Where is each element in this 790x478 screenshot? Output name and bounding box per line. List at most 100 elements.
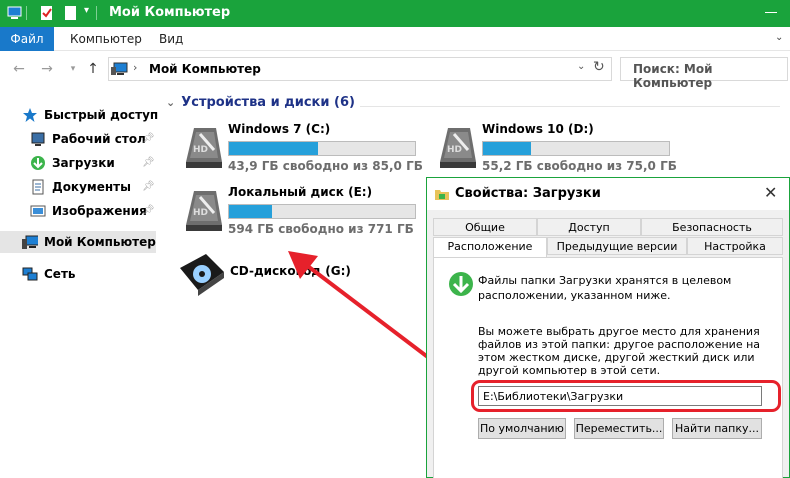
address-row: ← → ▾ ↑ › Мой Компьютер ⌄ ↻ Поиск: Мой К… (0, 52, 790, 90)
drive-e[interactable]: HD Локальный диск (E:) 594 ГБ свободно и… (180, 185, 420, 237)
sidebar-item-label: Рабочий стол (52, 132, 146, 146)
close-icon[interactable]: ✕ (764, 183, 777, 202)
sidebar-item-label: Быстрый доступ (44, 108, 159, 122)
sidebar-item-label: Загрузки (52, 156, 115, 170)
sidebar-item-pictures[interactable]: Изображения 📌︎ (0, 200, 156, 222)
cd-drive-icon (180, 254, 224, 296)
documents-icon (32, 179, 44, 195)
dialog-title-bar: Свойства: Загрузки ✕ (427, 178, 789, 210)
devices-section-header[interactable]: ⌄ Устройства и диски (6) (166, 95, 355, 110)
pin-icon[interactable]: 📌︎ (142, 133, 155, 144)
sidebar-item-my-computer[interactable]: Мой Компьютер (0, 231, 156, 253)
hard-drive-icon: HD (440, 128, 476, 168)
drive-name: Windows 10 (D:) (482, 122, 594, 136)
chevron-down-icon[interactable]: ⌄ (166, 96, 175, 109)
divider (360, 106, 780, 107)
tab-view[interactable]: Вид (159, 27, 183, 51)
pin-icon[interactable]: 📌︎ (142, 181, 155, 192)
drive-usage-bar (482, 141, 670, 156)
window-title: Мой Компьютер (109, 5, 231, 20)
back-arrow-icon[interactable]: ← (10, 60, 28, 78)
sidebar-item-desktop[interactable]: Рабочий стол 📌︎ (0, 128, 156, 150)
tab-general[interactable]: Общие (433, 218, 537, 236)
drive-usage-fill (483, 142, 532, 155)
properties-dialog: Свойства: Загрузки ✕ Общие Доступ Безопа… (426, 177, 790, 478)
drive-name: Локальный диск (E:) (228, 185, 373, 199)
svg-text:HD: HD (193, 208, 208, 218)
pin-icon[interactable]: 📌︎ (142, 205, 155, 216)
divider (96, 6, 97, 20)
navigation-pane: Быстрый доступ Рабочий стол 📌︎ Загрузки … (0, 90, 160, 478)
ribbon: Файл Компьютер Вид ⌄ (0, 27, 790, 51)
pictures-icon (30, 205, 46, 217)
refresh-icon[interactable]: ↻ (593, 59, 605, 75)
tab-customize[interactable]: Настройка (687, 237, 783, 255)
downloads-icon (449, 272, 473, 296)
computer-icon (111, 62, 128, 75)
tab-sharing[interactable]: Доступ (537, 218, 641, 236)
chevron-down-icon[interactable]: ⌄ (775, 32, 787, 44)
address-bar[interactable]: › Мой Компьютер ⌄ ↻ (108, 57, 612, 81)
star-icon (23, 108, 37, 122)
location-panel: Файлы папки Загрузки хранятся в целевом … (433, 257, 783, 478)
network-icon (22, 267, 38, 281)
search-input[interactable]: Поиск: Мой Компьютер (620, 57, 788, 90)
desktop-icon (31, 132, 45, 146)
sidebar-item-quick-access[interactable]: Быстрый доступ (0, 104, 159, 126)
svg-text:HD: HD (447, 145, 462, 155)
minimize-button[interactable] (760, 2, 782, 22)
tab-computer[interactable]: Компьютер (70, 27, 142, 51)
chevron-down-icon[interactable]: ▾ (84, 5, 89, 23)
location-info: Файлы папки Загрузки хранятся в целевом … (478, 274, 732, 302)
drive-usage-bar (228, 204, 416, 219)
folder-icon (435, 190, 449, 200)
downloads-icon (31, 156, 45, 170)
tab-file[interactable]: Файл (0, 27, 54, 51)
restore-default-button[interactable]: По умолчанию (478, 418, 566, 439)
sidebar-item-documents[interactable]: Документы 📌︎ (0, 176, 156, 198)
dialog-title: Свойства: Загрузки (455, 186, 601, 201)
drive-usage-fill (229, 205, 272, 218)
drive-usage-fill (229, 142, 319, 155)
forward-arrow-icon[interactable]: → (38, 60, 56, 78)
sidebar-item-label: Сеть (44, 267, 76, 281)
divider (26, 6, 27, 20)
up-arrow-icon[interactable]: ↑ (84, 60, 102, 78)
sidebar-item-downloads[interactable]: Загрузки 📌︎ (0, 152, 156, 174)
drive-free-space: 594 ГБ свободно из 771 ГБ (228, 222, 414, 236)
sidebar-item-label: Мой Компьютер (44, 235, 156, 249)
properties-icon[interactable] (38, 4, 56, 22)
new-folder-icon[interactable] (62, 4, 80, 22)
tab-location[interactable]: Расположение (433, 237, 547, 257)
title-bar: ▾ Мой Компьютер (0, 0, 790, 27)
sidebar-item-label: Изображения (52, 204, 147, 218)
highlight-frame (471, 380, 781, 412)
chevron-right-icon[interactable]: › (133, 61, 137, 74)
section-title: Устройства и диски (6) (181, 95, 355, 110)
drive-free-space: 43,9 ГБ свободно из 85,0 ГБ (228, 159, 423, 173)
address-path: Мой Компьютер (149, 62, 261, 76)
location-hint: Вы можете выбрать другое место для хране… (478, 325, 761, 377)
drive-name: Windows 7 (C:) (228, 122, 331, 136)
pin-icon[interactable]: 📌︎ (142, 157, 155, 168)
drive-d[interactable]: HD Windows 10 (D:) 55,2 ГБ свободно из 7… (434, 122, 677, 174)
drive-c[interactable]: HD Windows 7 (C:) 43,9 ГБ свободно из 85… (180, 122, 423, 174)
computer-icon (22, 235, 38, 249)
move-button[interactable]: Переместить... (574, 418, 664, 439)
drive-name: CD-дисковод (G:) (230, 264, 351, 278)
chevron-down-icon[interactable]: ▾ (64, 60, 82, 78)
search-placeholder: Поиск: Мой Компьютер (633, 62, 713, 90)
sidebar-item-label: Документы (52, 180, 131, 194)
hard-drive-icon: HD (186, 128, 222, 168)
drive-usage-bar (228, 141, 416, 156)
hard-drive-icon: HD (186, 191, 222, 231)
find-folder-button[interactable]: Найти папку... (672, 418, 762, 439)
drive-g[interactable]: CD-дисковод (G:) (178, 250, 418, 296)
svg-text:HD: HD (193, 145, 208, 155)
computer-icon[interactable] (6, 4, 24, 22)
drive-free-space: 55,2 ГБ свободно из 75,0 ГБ (482, 159, 677, 173)
tab-security[interactable]: Безопасность (641, 218, 783, 236)
tab-previous-versions[interactable]: Предыдущие версии (547, 237, 687, 255)
sidebar-item-network[interactable]: Сеть (0, 263, 156, 285)
chevron-down-icon[interactable]: ⌄ (577, 61, 585, 72)
